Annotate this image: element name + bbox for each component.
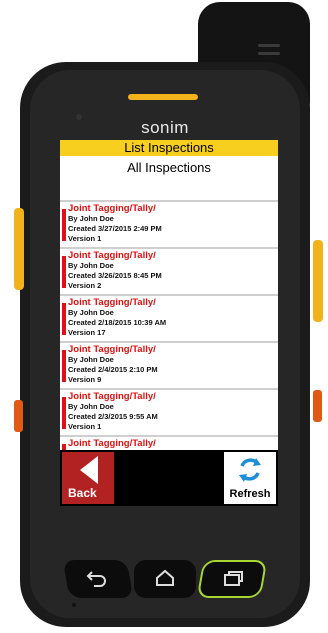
item-title: Joint Tagging/Tally/ bbox=[68, 438, 156, 449]
back-arrow-icon bbox=[86, 571, 106, 587]
item-title: Joint Tagging/Tally/ bbox=[68, 344, 156, 355]
recent-apps-icon bbox=[224, 571, 243, 586]
item-created: Created 2/18/2015 10:39 AM bbox=[68, 318, 167, 327]
side-key-left[interactable] bbox=[14, 208, 24, 290]
item-author: By John Doe bbox=[68, 261, 114, 270]
page-title: List Inspections bbox=[60, 140, 278, 156]
proximity-sensor bbox=[76, 114, 82, 120]
item-version: Version 2 bbox=[68, 281, 102, 290]
list-item[interactable]: Joint Tagging/Tally/ By John Doe Created… bbox=[60, 341, 278, 388]
screen: List Inspections All Inspections Joint T… bbox=[60, 140, 278, 506]
item-version: Version 17 bbox=[68, 328, 106, 337]
item-author: By John Doe bbox=[68, 355, 114, 364]
item-created: Created 3/27/2015 2:49 PM bbox=[68, 224, 162, 233]
side-key-left-red[interactable] bbox=[14, 400, 23, 432]
item-author: By John Doe bbox=[68, 214, 114, 223]
side-key-right[interactable] bbox=[313, 240, 323, 322]
back-button-label: Back bbox=[68, 486, 97, 500]
item-created: Created 2/4/2015 2:10 PM bbox=[68, 365, 158, 374]
bottom-toolbar: Back Refresh bbox=[60, 450, 278, 506]
item-created: Created 2/3/2015 9:55 AM bbox=[68, 412, 158, 421]
brand-logo: sonim bbox=[141, 118, 189, 137]
item-title: Joint Tagging/Tally/ bbox=[68, 250, 156, 261]
microphone bbox=[72, 603, 76, 607]
item-title: Joint Tagging/Tally/ bbox=[68, 297, 156, 308]
item-indicator bbox=[62, 350, 66, 382]
item-created: Created 3/26/2015 8:45 PM bbox=[68, 271, 162, 280]
home-icon bbox=[156, 569, 174, 586]
side-key-right-red[interactable] bbox=[313, 390, 322, 422]
refresh-icon bbox=[239, 458, 261, 482]
refresh-button-label: Refresh bbox=[229, 488, 271, 500]
item-title: Joint Tagging/Tally/ bbox=[68, 391, 156, 402]
list-item[interactable]: Joint Tagging/Tally/ By John Doe Created… bbox=[60, 247, 278, 294]
list-item[interactable]: Joint Tagging/Tally/ bbox=[60, 435, 278, 451]
item-indicator bbox=[62, 256, 66, 288]
item-version: Version 9 bbox=[68, 375, 102, 384]
back-arrow-icon bbox=[80, 456, 98, 484]
list-item[interactable]: Joint Tagging/Tally/ By John Doe Created… bbox=[60, 388, 278, 435]
item-indicator bbox=[62, 397, 66, 429]
antenna-slot bbox=[258, 44, 280, 47]
list-item[interactable]: Joint Tagging/Tally/ By John Doe Created… bbox=[60, 294, 278, 341]
device-frame: sonim List Inspections All Inspections J… bbox=[0, 0, 328, 633]
antenna-slot bbox=[258, 52, 280, 55]
item-indicator bbox=[62, 303, 66, 335]
inspection-list[interactable]: Joint Tagging/Tally/ By John Doe Created… bbox=[60, 200, 278, 451]
item-author: By John Doe bbox=[68, 402, 114, 411]
item-title: Joint Tagging/Tally/ bbox=[68, 203, 156, 214]
refresh-button[interactable]: Refresh bbox=[224, 452, 276, 504]
earpiece-accent bbox=[128, 94, 198, 100]
item-author: By John Doe bbox=[68, 308, 114, 317]
back-button[interactable]: Back bbox=[62, 452, 114, 504]
item-version: Version 1 bbox=[68, 234, 102, 243]
page-subtitle: All Inspections bbox=[60, 156, 278, 204]
list-item[interactable]: Joint Tagging/Tally/ By John Doe Created… bbox=[60, 200, 278, 247]
item-version: Version 1 bbox=[68, 422, 102, 431]
item-indicator bbox=[62, 209, 66, 241]
